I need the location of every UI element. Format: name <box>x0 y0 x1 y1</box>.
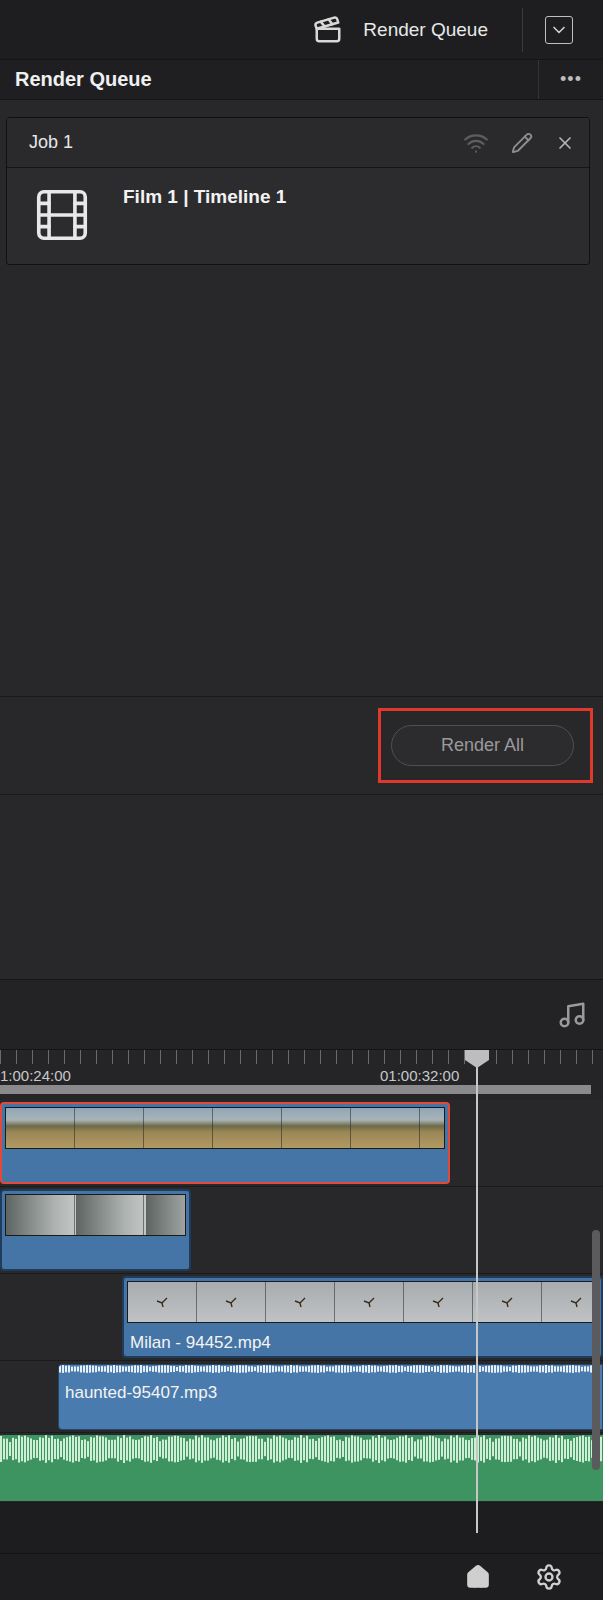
music-track <box>0 1433 603 1503</box>
chevron-down-icon <box>549 20 569 40</box>
job-body: Film 1 | Timeline 1 <box>7 168 589 264</box>
clapperboard-icon[interactable] <box>313 15 343 45</box>
divider <box>522 8 523 52</box>
remote-render-icon[interactable] <box>463 130 489 156</box>
bird-icon <box>570 1296 582 1308</box>
audio-track: haunted-95407.mp3 <box>0 1361 603 1433</box>
audio-clip[interactable]: haunted-95407.mp3 <box>58 1364 603 1430</box>
home-icon[interactable] <box>465 1564 491 1590</box>
clip-thumbnail <box>5 1107 445 1149</box>
empty-area <box>0 795 603 980</box>
job-description: Film 1 | Timeline 1 <box>123 184 286 208</box>
timecode: 01:00:32:00 <box>380 1067 459 1084</box>
music-clip[interactable] <box>0 1435 603 1501</box>
playhead[interactable] <box>476 1050 478 1533</box>
top-bar-title[interactable]: Render Queue <box>363 19 488 41</box>
waveform-icon <box>59 1365 596 1373</box>
video-track <box>0 1187 603 1274</box>
bird-icon <box>432 1296 444 1308</box>
job-header: Job 1 <box>7 118 589 168</box>
edit-icon[interactable] <box>511 132 533 154</box>
job-card[interactable]: Job 1 Film 1 | Timeline 1 <box>6 117 590 265</box>
ruler-bar <box>0 1085 591 1094</box>
bottom-bar <box>0 1553 603 1600</box>
top-bar: Render Queue <box>0 0 603 60</box>
clip-label: haunted-95407.mp3 <box>59 1373 602 1403</box>
vertical-scrollbar[interactable] <box>592 1230 600 1470</box>
render-all-button[interactable]: Render All <box>391 725 574 766</box>
bird-icon <box>501 1296 513 1308</box>
panel-title: Render Queue <box>0 68 538 91</box>
dropdown-button[interactable] <box>545 16 573 44</box>
video-clip[interactable]: Milan - 94452.mp4 <box>122 1276 603 1358</box>
job-name: Job 1 <box>29 132 441 153</box>
render-page: Render QueueRender Queue•••Job 1Film 1 |… <box>0 0 603 1600</box>
gear-icon[interactable] <box>535 1563 563 1591</box>
clip-thumbnail <box>5 1194 186 1236</box>
bird-icon <box>156 1296 168 1308</box>
music-note-icon[interactable] <box>557 1000 587 1030</box>
timeline: 1:00:24:00 01:00:32:00 Milan - 94452.mp4 ha… <box>0 1050 603 1553</box>
video-clip[interactable] <box>0 1189 191 1271</box>
render-queue-list: Job 1 Film 1 | Timeline 1 <box>0 100 603 697</box>
video-track: Milan - 94452.mp4 <box>0 1274 603 1361</box>
panel-menu-button[interactable]: ••• <box>538 60 603 99</box>
render-bar: Render All <box>0 697 603 795</box>
panel-header: Render Queue••• <box>0 60 603 100</box>
timeline-ruler[interactable]: 1:00:24:00 01:00:32:00 <box>0 1050 603 1100</box>
highlight-box: Render All <box>378 708 593 783</box>
bird-icon <box>363 1296 375 1308</box>
clip-thumbnail <box>127 1281 598 1323</box>
timeline-empty <box>0 1503 603 1553</box>
clip-label: Milan - 94452.mp4 <box>124 1323 601 1353</box>
timecode: 1:00:24:00 <box>0 1067 71 1084</box>
bird-icon <box>225 1296 237 1308</box>
video-track <box>0 1100 603 1187</box>
timeline-toolbar <box>0 980 603 1050</box>
video-clip[interactable] <box>0 1102 450 1184</box>
waveform-icon <box>0 1435 603 1463</box>
close-icon[interactable] <box>555 133 575 153</box>
film-icon <box>31 184 93 246</box>
bird-icon <box>294 1296 306 1308</box>
